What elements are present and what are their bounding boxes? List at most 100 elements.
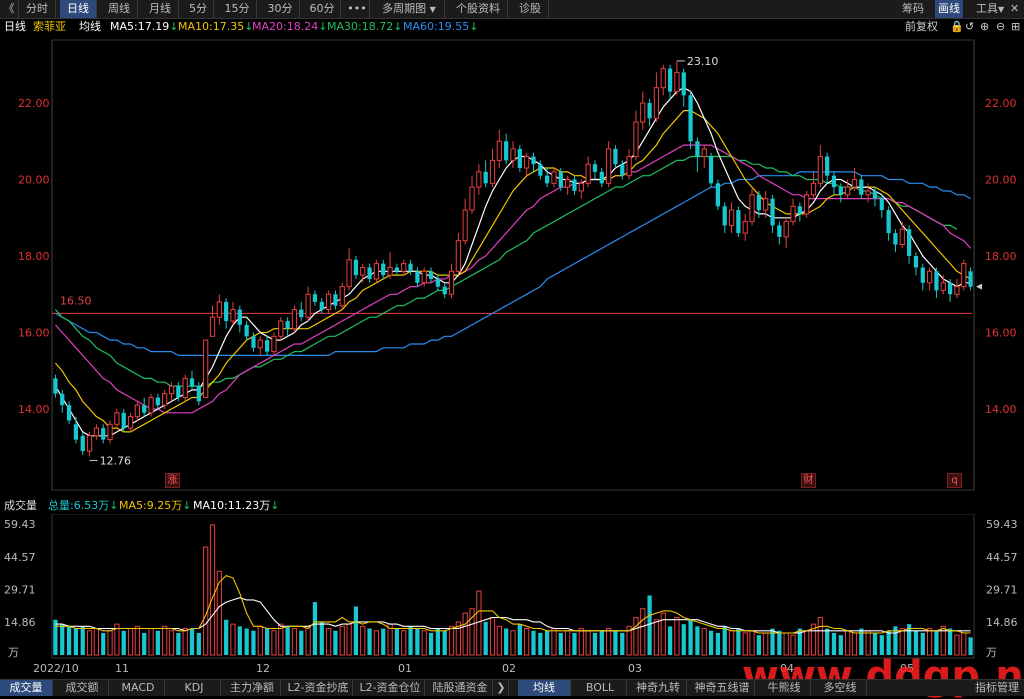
tab-weekly[interactable]: 周线	[101, 0, 138, 18]
candle-body	[592, 164, 598, 172]
volume-bar	[244, 628, 249, 655]
volume-bar	[86, 630, 93, 656]
tab-long-short[interactable]: 多空线	[814, 680, 867, 696]
volume-bar	[585, 630, 591, 656]
tab-turnover[interactable]: 成交额	[56, 680, 109, 696]
volume-bar	[66, 626, 72, 655]
scroll-right-icon[interactable]: ❯	[494, 680, 509, 696]
high-label: 23.10	[687, 55, 719, 68]
tab-l2-position[interactable]: L2-资金仓位	[356, 680, 425, 696]
price-tick-label-right: 16.00	[985, 327, 1017, 340]
tab-main-net[interactable]: 主力净额	[224, 680, 281, 696]
candle-body	[947, 282, 953, 295]
candle-body	[940, 282, 946, 291]
tab-boll[interactable]: BOLL	[574, 680, 627, 696]
candle-body	[620, 164, 625, 176]
volume-bar	[640, 608, 646, 656]
vol-ma5-line	[55, 574, 971, 634]
top-toolbar: 《 分时 日线 周线 月线 5分 15分 30分 60分 ••• 多周期图 ▼ …	[0, 0, 1024, 19]
indicator-manage-button[interactable]: 指标管理	[970, 680, 1024, 696]
volume-bar	[312, 602, 318, 655]
multi-period-dropdown[interactable]: 多周期图 ▼	[374, 0, 445, 18]
ma-label[interactable]: 均线	[79, 18, 101, 35]
candle-body	[299, 309, 304, 318]
volume-bar	[763, 632, 769, 656]
adjust-dropdown[interactable]: 前复权	[905, 18, 938, 35]
volume-bar	[285, 626, 290, 655]
tab-kdj[interactable]: KDJ	[168, 680, 221, 696]
expand-icon[interactable]: ⊞	[1011, 18, 1020, 35]
tab-volume[interactable]: 成交量	[0, 680, 53, 696]
candle-body	[934, 271, 939, 291]
price-chart[interactable]: 22.00 22.00 20.00 20.00 18.00 18.00 16.00 16.00…	[0, 36, 1024, 496]
volume-bar	[155, 630, 160, 655]
candle-body	[209, 316, 216, 337]
volume-bar	[701, 628, 707, 656]
volume-bar	[913, 630, 919, 655]
candle-body	[565, 179, 571, 188]
stock-info-button[interactable]: 个股资料	[449, 0, 508, 18]
volume-bar	[545, 630, 550, 655]
volume-bar	[325, 628, 332, 656]
volume-bar	[168, 630, 175, 656]
multi-period-label: 多周期图	[382, 2, 427, 15]
close-icon[interactable]: ✕	[1010, 0, 1019, 18]
tab-magic-five[interactable]: 神奇五线谱	[690, 680, 755, 696]
candle-body	[66, 405, 72, 421]
zoom-out-icon[interactable]: ⊖	[996, 18, 1005, 35]
volume-chart[interactable]: 59.43 59.43 44.57 44.57 29.71 29.71 14.86 14.86…	[0, 514, 1024, 662]
candle-body	[455, 240, 461, 272]
candle-body	[142, 405, 147, 413]
volume-bar	[708, 630, 714, 655]
price-tick-label-left: 18.00	[18, 250, 50, 263]
tab-intraday[interactable]: 分时	[19, 0, 56, 18]
marker-zhang[interactable]: 涨	[165, 473, 180, 488]
tab-bull-bear[interactable]: 牛熊线	[758, 680, 811, 696]
tab-magic-nine[interactable]: 神奇九转	[630, 680, 687, 696]
diagnose-button[interactable]: 诊股	[512, 0, 549, 18]
tab-ma[interactable]: 均线	[518, 680, 571, 696]
tab-5min[interactable]: 5分	[183, 0, 214, 18]
volume-bar	[339, 625, 345, 656]
candle-body	[626, 156, 632, 177]
candle-body	[695, 141, 700, 157]
tools-dropdown[interactable]: 工具▼	[976, 0, 1004, 18]
volume-tick-label-left: 59.43	[4, 518, 36, 531]
volume-bar	[722, 626, 727, 655]
volume-bar	[401, 630, 407, 656]
tab-hk-connect[interactable]: 陆股通资金	[428, 680, 493, 696]
tab-macd[interactable]: MACD	[112, 680, 165, 696]
candle-body	[442, 286, 447, 295]
candle-body	[572, 179, 577, 191]
chips-button[interactable]: 筹码	[902, 0, 924, 18]
price-tick-label-left: 20.00	[18, 174, 50, 187]
tab-l2-bottom[interactable]: L2-资金抄底	[284, 680, 353, 696]
undo-icon[interactable]: ↺	[965, 18, 974, 35]
candle-body	[285, 321, 290, 329]
tab-15min[interactable]: 15分	[218, 0, 257, 18]
tab-30min[interactable]: 30分	[261, 0, 300, 18]
candle-body	[599, 171, 604, 184]
zoom-in-icon[interactable]: ⊕	[980, 18, 989, 35]
marker-q[interactable]: q	[947, 473, 962, 488]
volume-bar	[653, 619, 660, 656]
back-button[interactable]: 《	[0, 0, 19, 18]
candle-body	[859, 179, 864, 195]
chevron-down-icon: ▼	[429, 5, 436, 14]
draw-button[interactable]: 画线	[935, 0, 963, 18]
tab-monthly[interactable]: 月线	[142, 0, 179, 18]
tab-daily[interactable]: 日线	[60, 0, 97, 18]
volume-bar	[496, 625, 502, 656]
tab-60min[interactable]: 60分	[304, 0, 341, 18]
volume-bar	[489, 617, 496, 656]
marker-cai[interactable]: 财	[801, 473, 816, 488]
lock-icon[interactable]: 🔒	[950, 18, 964, 35]
candle-body	[504, 141, 509, 161]
volume-label[interactable]: 成交量	[4, 497, 37, 514]
volume-bar	[613, 630, 618, 655]
ma5-value: MA5:17.19↓	[110, 20, 179, 33]
candle-body	[387, 266, 393, 276]
stock-name[interactable]: 索菲亚	[33, 18, 66, 35]
more-periods-button[interactable]: •••	[345, 0, 370, 18]
candle-body	[961, 263, 967, 288]
